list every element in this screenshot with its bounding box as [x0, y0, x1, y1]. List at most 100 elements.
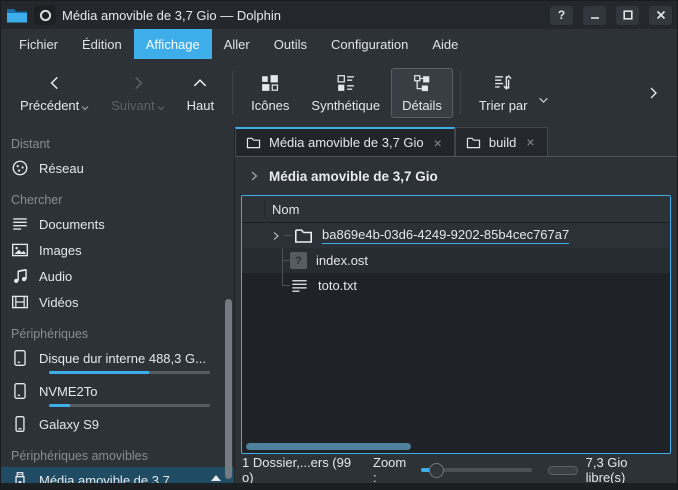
menu-aller[interactable]: Aller [212, 29, 262, 59]
file-row[interactable]: ? index.ost [242, 248, 670, 273]
icons-view-icon [261, 74, 279, 92]
file-view: Nom ba869e4b-03d6-4249-9202-85b4cec767a7… [241, 195, 671, 454]
expander-icon[interactable] [270, 230, 284, 242]
menu-outils[interactable]: Outils [262, 29, 319, 59]
details-view-icon [413, 74, 431, 92]
zoom-label: Zoom : [373, 455, 413, 485]
sidebar-item-label: Média amovible de 3,7 ... [39, 473, 198, 484]
icons-view-label: Icônes [251, 99, 289, 112]
maximize-button[interactable] [616, 6, 639, 25]
titlebar: Média amovible de 3,7 Gio — Dolphin ? [1, 1, 677, 29]
documents-icon [11, 215, 29, 233]
help-button[interactable]: ? [550, 6, 573, 25]
sidebar-item-label: Galaxy S9 [39, 417, 224, 432]
statusbar: 1 Dossier,...ers (99 o) Zoom : 7,3 Gio l… [235, 457, 677, 483]
window-bottom-edge [1, 483, 677, 489]
file-row[interactable]: ba869e4b-03d6-4249-9202-85b4cec767a7 [242, 223, 670, 248]
sidebar-item-audio[interactable]: Audio [1, 263, 234, 289]
sidebar-item-label: Documents [39, 217, 224, 232]
breadcrumb-location[interactable]: Média amovible de 3,7 Gio [269, 169, 438, 184]
sidebar-item-media-amovible[interactable]: Média amovible de 3,7 ... [1, 467, 234, 483]
tab-media-amovible[interactable]: Média amovible de 3,7 Gio × [235, 127, 455, 156]
sidebar-item-reseau[interactable]: Réseau [1, 155, 234, 181]
section-chercher: Chercher [1, 189, 234, 211]
menu-edition[interactable]: Édition [70, 29, 134, 59]
caret-down-icon [157, 104, 165, 112]
harddisk-icon [11, 349, 29, 367]
sidebar-item-label: Réseau [39, 161, 224, 176]
tabbar: Média amovible de 3,7 Gio × build × [235, 127, 677, 157]
dolphin-folder-icon [6, 6, 28, 24]
compact-view-label: Synthétique [311, 99, 380, 112]
tab-build[interactable]: build × [455, 127, 548, 156]
disk-usage-fill [49, 404, 70, 407]
up-button[interactable]: Haut [176, 68, 225, 118]
sidebar-item-galaxy-s9[interactable]: Galaxy S9 [1, 411, 234, 437]
sidebar-item-videos[interactable]: Vidéos [1, 289, 234, 315]
menu-affichage[interactable]: Affichage [134, 29, 212, 59]
file-row[interactable]: toto.txt [242, 273, 670, 298]
toolbar: Précédent Suivant Haut Icônes Synthétiqu… [1, 59, 677, 127]
horizontal-scrollbar-thumb[interactable] [246, 443, 411, 450]
places-panel: Distant Réseau Chercher Documents Images [1, 127, 235, 483]
tree-guide [276, 248, 290, 273]
folder-icon [246, 136, 261, 149]
sidebar-item-images[interactable]: Images [1, 237, 234, 263]
tree-guide [276, 273, 290, 298]
chevron-right-icon [129, 74, 147, 92]
sidebar-item-documents[interactable]: Documents [1, 211, 234, 237]
tree-guide [284, 235, 292, 236]
disk-usage-fill [49, 371, 149, 374]
file-name: ba869e4b-03d6-4249-9202-85b4cec767a7 [322, 227, 569, 244]
main-area: Média amovible de 3,7 Gio × build × Médi… [235, 127, 677, 483]
zoom-slider[interactable] [421, 462, 532, 478]
window-title: Média amovible de 3,7 Gio — Dolphin [62, 8, 540, 23]
zoom-slider-handle[interactable] [429, 463, 444, 478]
back-button[interactable]: Précédent [9, 68, 100, 118]
chevron-left-icon [46, 74, 64, 92]
compact-view-icon [337, 74, 355, 92]
caret-down-icon[interactable] [538, 95, 549, 106]
usb-stick-icon [11, 471, 29, 483]
view-wrapper: Nom ba869e4b-03d6-4249-9202-85b4cec767a7… [235, 195, 677, 457]
close-button[interactable] [649, 6, 672, 25]
sidebar-item-label: Vidéos [39, 295, 224, 310]
forward-button[interactable]: Suivant [100, 68, 175, 118]
tab-close-icon[interactable]: × [524, 134, 536, 150]
column-header[interactable]: Nom [242, 196, 670, 223]
sidebar-item-nvme2to[interactable]: NVME2To [1, 378, 234, 411]
view-empty-area[interactable] [242, 298, 670, 440]
chevron-up-icon [191, 74, 209, 92]
breadcrumb-chevron-icon[interactable] [248, 170, 260, 182]
up-label: Haut [187, 99, 214, 112]
disk-usage-bar [49, 371, 210, 374]
minimize-button[interactable] [583, 6, 606, 25]
tab-close-icon[interactable]: × [432, 135, 444, 151]
eject-icon[interactable] [208, 472, 224, 483]
details-view-button[interactable]: Détails [391, 68, 453, 118]
caret-down-icon [81, 104, 89, 112]
dolphin-window: Média amovible de 3,7 Gio — Dolphin ? Fi… [0, 0, 678, 490]
sort-icon [494, 74, 512, 92]
window-body: Distant Réseau Chercher Documents Images [1, 127, 677, 483]
sidebar-item-disque-interne[interactable]: Disque dur interne 488,3 G... [1, 345, 234, 378]
section-distant: Distant [1, 133, 234, 155]
menu-configuration[interactable]: Configuration [319, 29, 420, 59]
menu-aide[interactable]: Aide [420, 29, 470, 59]
back-label: Précédent [20, 99, 79, 112]
tab-label: build [489, 135, 516, 150]
compact-view-button[interactable]: Synthétique [300, 68, 391, 118]
section-peripheriques: Périphériques [1, 323, 234, 345]
free-space-label: 7,3 Gio libre(s) [586, 455, 670, 485]
sidebar-item-label: Disque dur interne 488,3 G... [39, 351, 224, 366]
minimize-icon [590, 10, 600, 20]
folder-icon [294, 227, 313, 244]
horizontal-scrollbar[interactable] [242, 440, 670, 453]
overflow-chevron-icon[interactable] [637, 85, 669, 101]
menubar: Fichier Édition Affichage Aller Outils C… [1, 29, 677, 59]
sidebar-scrollbar[interactable] [225, 299, 232, 479]
sort-by-button[interactable]: Trier par [468, 68, 539, 118]
menu-fichier[interactable]: Fichier [7, 29, 70, 59]
icons-view-button[interactable]: Icônes [240, 68, 300, 118]
details-view-label: Détails [402, 99, 442, 112]
